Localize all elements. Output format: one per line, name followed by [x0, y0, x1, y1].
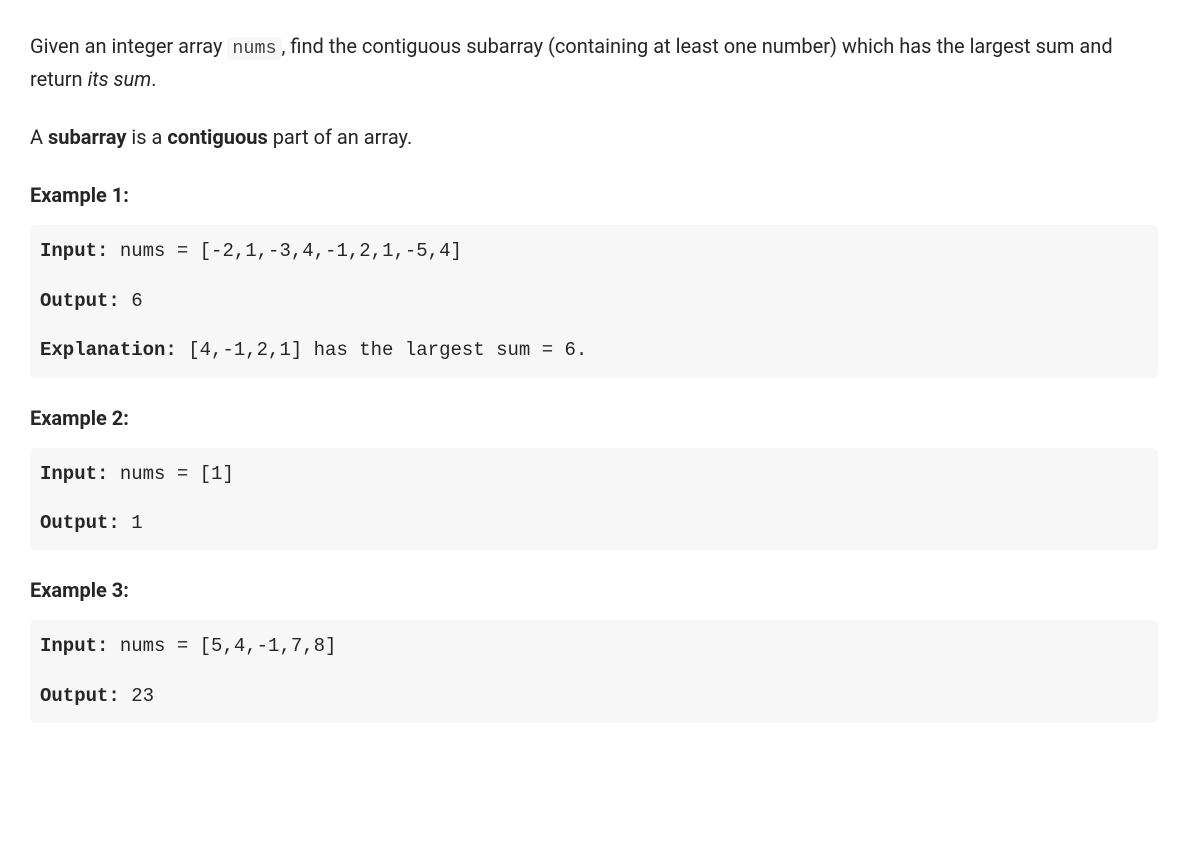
example-2-block: Input: nums = [1] Output: 1: [30, 448, 1158, 551]
subarray-post: part of an array.: [268, 125, 413, 149]
example-2-heading: Example 2:: [30, 402, 1158, 434]
intro-italic: its sum: [88, 67, 152, 91]
subarray-b1: subarray: [48, 125, 126, 149]
example-2-output: 1: [120, 512, 143, 534]
subarray-mid: is a: [126, 125, 167, 149]
output-label: Output:: [40, 685, 120, 707]
input-label: Input:: [40, 240, 108, 262]
example-1-output: 6: [120, 290, 143, 312]
example-3-heading: Example 3:: [30, 574, 1158, 606]
example-3-input: nums = [5,4,-1,7,8]: [108, 635, 336, 657]
example-1-block: Input: nums = [-2,1,-3,4,-1,2,1,-5,4] Ou…: [30, 225, 1158, 377]
input-label: Input:: [40, 463, 108, 485]
output-label: Output:: [40, 290, 120, 312]
explanation-label: Explanation:: [40, 339, 177, 361]
subarray-b2: contiguous: [167, 125, 267, 149]
code-nums: nums: [227, 37, 281, 60]
example-3-output: 23: [120, 685, 154, 707]
example-2-input: nums = [1]: [108, 463, 233, 485]
problem-description: Given an integer array nums, find the co…: [30, 30, 1158, 723]
intro-text-pre: Given an integer array: [30, 34, 227, 58]
example-1-input: nums = [-2,1,-3,4,-1,2,1,-5,4]: [108, 240, 461, 262]
example-1-explanation: [4,-1,2,1] has the largest sum = 6.: [177, 339, 587, 361]
subarray-paragraph: A subarray is a contiguous part of an ar…: [30, 121, 1158, 153]
intro-paragraph: Given an integer array nums, find the co…: [30, 30, 1158, 95]
example-1-heading: Example 1:: [30, 179, 1158, 211]
input-label: Input:: [40, 635, 108, 657]
example-3-block: Input: nums = [5,4,-1,7,8] Output: 23: [30, 620, 1158, 723]
intro-text-post: .: [151, 67, 156, 91]
output-label: Output:: [40, 512, 120, 534]
subarray-pre: A: [30, 125, 48, 149]
